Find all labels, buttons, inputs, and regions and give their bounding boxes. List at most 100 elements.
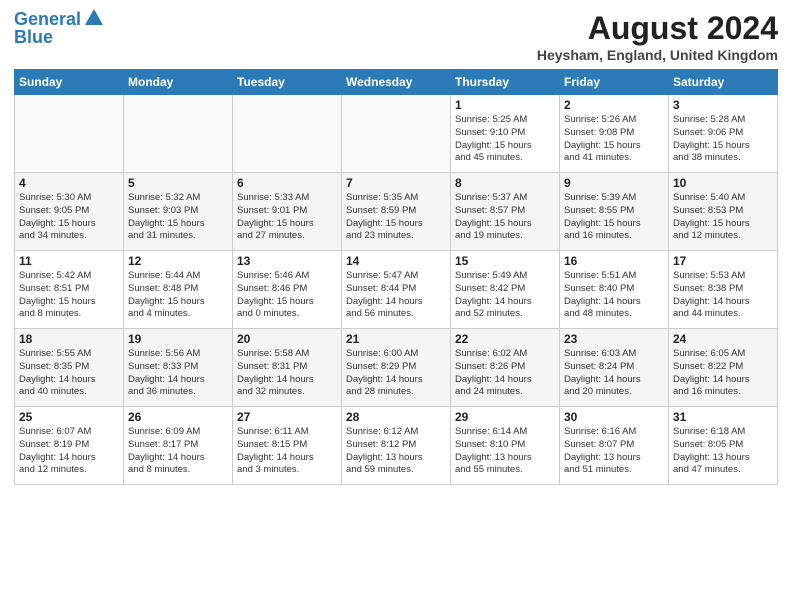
day-number: 11 [19, 254, 119, 268]
table-row: 21 Sunrise: 6:00 AMSunset: 8:29 PMDayligh… [342, 329, 451, 407]
table-row: 1Sunrise: 5:25 AMSunset: 9:10 PMDaylight… [451, 95, 560, 173]
day-number: 25 [19, 410, 119, 424]
day-info: Sunrise: 5:35 AMSunset: 8:59 PMDaylight:… [346, 192, 446, 243]
day-number: 7 [346, 176, 446, 190]
day-number: 13 [237, 254, 337, 268]
table-row: 11 Sunrise: 5:42 AMSunset: 8:51 PMDayligh… [15, 251, 124, 329]
day-info: Sunrise: 6:05 AMSunset: 8:22 PMDaylight:… [673, 348, 773, 399]
day-number: 12 [128, 254, 228, 268]
table-row: 6 Sunrise: 5:33 AMSunset: 9:01 PMDaylight… [233, 173, 342, 251]
day-info: Sunrise: 5:56 AMSunset: 8:33 PMDaylight:… [128, 348, 228, 399]
table-row: 26Sunrise: 6:09 AMSunset: 8:17 PMDayligh… [124, 407, 233, 485]
calendar-table: Sunday Monday Tuesday Wednesday Thursday… [14, 69, 778, 485]
day-info: Sunrise: 5:49 AMSunset: 8:42 PMDaylight:… [455, 270, 555, 321]
day-info: Sunrise: 5:58 AMSunset: 8:31 PMDaylight:… [237, 348, 337, 399]
day-info: Sunrise: 6:11 AMSunset: 8:15 PMDaylight:… [237, 426, 337, 477]
day-info: Sunrise: 5:40 AMSunset: 8:53 PMDaylight:… [673, 192, 773, 243]
title-block: August 2024 Heysham, England, United Kin… [537, 10, 778, 63]
col-thursday: Thursday [451, 70, 560, 95]
day-info: Sunrise: 6:07 AMSunset: 8:19 PMDaylight:… [19, 426, 119, 477]
col-sunday: Sunday [15, 70, 124, 95]
day-number: 28 [346, 410, 446, 424]
calendar-week-row: 1Sunrise: 5:25 AMSunset: 9:10 PMDaylight… [15, 95, 778, 173]
table-row [15, 95, 124, 173]
table-row: 17Sunrise: 5:53 AMSunset: 8:38 PMDayligh… [669, 251, 778, 329]
day-info: Sunrise: 5:28 AMSunset: 9:06 PMDaylight:… [673, 114, 773, 165]
day-info: Sunrise: 5:30 AMSunset: 9:05 PMDaylight:… [19, 192, 119, 243]
table-row: 13 Sunrise: 5:46 AMSunset: 8:46 PMDayligh… [233, 251, 342, 329]
day-info: Sunrise: 5:55 AMSunset: 8:35 PMDaylight:… [19, 348, 119, 399]
calendar-week-row: 11 Sunrise: 5:42 AMSunset: 8:51 PMDayligh… [15, 251, 778, 329]
calendar-week-row: 18 Sunrise: 5:55 AMSunset: 8:35 PMDayligh… [15, 329, 778, 407]
table-row [342, 95, 451, 173]
col-tuesday: Tuesday [233, 70, 342, 95]
day-info: Sunrise: 6:03 AMSunset: 8:24 PMDaylight:… [564, 348, 664, 399]
day-info: Sunrise: 6:16 AMSunset: 8:07 PMDaylight:… [564, 426, 664, 477]
subtitle: Heysham, England, United Kingdom [537, 47, 778, 63]
day-info: Sunrise: 6:12 AMSunset: 8:12 PMDaylight:… [346, 426, 446, 477]
day-number: 2 [564, 98, 664, 112]
table-row: 3 Sunrise: 5:28 AMSunset: 9:06 PMDaylight… [669, 95, 778, 173]
table-row: 19Sunrise: 5:56 AMSunset: 8:33 PMDayligh… [124, 329, 233, 407]
day-info: Sunrise: 5:26 AMSunset: 9:08 PMDaylight:… [564, 114, 664, 165]
day-info: Sunrise: 5:33 AMSunset: 9:01 PMDaylight:… [237, 192, 337, 243]
table-row: 9Sunrise: 5:39 AMSunset: 8:55 PMDaylight… [560, 173, 669, 251]
col-saturday: Saturday [669, 70, 778, 95]
day-info: Sunrise: 5:42 AMSunset: 8:51 PMDaylight:… [19, 270, 119, 321]
table-row: 30 Sunrise: 6:16 AMSunset: 8:07 PMDayligh… [560, 407, 669, 485]
col-monday: Monday [124, 70, 233, 95]
day-number: 15 [455, 254, 555, 268]
day-info: Sunrise: 6:02 AMSunset: 8:26 PMDaylight:… [455, 348, 555, 399]
day-number: 17 [673, 254, 773, 268]
day-info: Sunrise: 5:32 AMSunset: 9:03 PMDaylight:… [128, 192, 228, 243]
table-row: 20Sunrise: 5:58 AMSunset: 8:31 PMDayligh… [233, 329, 342, 407]
day-number: 30 [564, 410, 664, 424]
table-row: 29 Sunrise: 6:14 AMSunset: 8:10 PMDayligh… [451, 407, 560, 485]
day-number: 31 [673, 410, 773, 424]
day-number: 23 [564, 332, 664, 346]
day-number: 3 [673, 98, 773, 112]
table-row: 10Sunrise: 5:40 AMSunset: 8:53 PMDayligh… [669, 173, 778, 251]
day-number: 29 [455, 410, 555, 424]
day-info: Sunrise: 5:46 AMSunset: 8:46 PMDaylight:… [237, 270, 337, 321]
table-row: 12 Sunrise: 5:44 AMSunset: 8:48 PMDayligh… [124, 251, 233, 329]
day-number: 5 [128, 176, 228, 190]
table-row: 25 Sunrise: 6:07 AMSunset: 8:19 PMDayligh… [15, 407, 124, 485]
calendar-week-row: 25 Sunrise: 6:07 AMSunset: 8:19 PMDayligh… [15, 407, 778, 485]
day-info: Sunrise: 6:09 AMSunset: 8:17 PMDaylight:… [128, 426, 228, 477]
table-row: 15 Sunrise: 5:49 AMSunset: 8:42 PMDayligh… [451, 251, 560, 329]
page-header: General Blue August 2024 Heysham, Englan… [14, 10, 778, 63]
page-container: General Blue August 2024 Heysham, Englan… [0, 0, 792, 612]
table-row: 16Sunrise: 5:51 AMSunset: 8:40 PMDayligh… [560, 251, 669, 329]
logo-text-blue: Blue [14, 28, 53, 48]
col-friday: Friday [560, 70, 669, 95]
col-wednesday: Wednesday [342, 70, 451, 95]
day-info: Sunrise: 6:14 AMSunset: 8:10 PMDaylight:… [455, 426, 555, 477]
table-row: 31 Sunrise: 6:18 AMSunset: 8:05 PMDayligh… [669, 407, 778, 485]
table-row: 4Sunrise: 5:30 AMSunset: 9:05 PMDaylight… [15, 173, 124, 251]
day-info: Sunrise: 5:39 AMSunset: 8:55 PMDaylight:… [564, 192, 664, 243]
day-info: Sunrise: 5:47 AMSunset: 8:44 PMDaylight:… [346, 270, 446, 321]
table-row: 14 Sunrise: 5:47 AMSunset: 8:44 PMDayligh… [342, 251, 451, 329]
logo: General Blue [14, 10, 105, 48]
day-number: 18 [19, 332, 119, 346]
day-number: 27 [237, 410, 337, 424]
day-info: Sunrise: 6:00 AMSunset: 8:29 PMDaylight:… [346, 348, 446, 399]
day-info: Sunrise: 6:18 AMSunset: 8:05 PMDaylight:… [673, 426, 773, 477]
day-number: 21 [346, 332, 446, 346]
day-info: Sunrise: 5:44 AMSunset: 8:48 PMDaylight:… [128, 270, 228, 321]
table-row: 2 Sunrise: 5:26 AMSunset: 9:08 PMDaylight… [560, 95, 669, 173]
table-row: 5 Sunrise: 5:32 AMSunset: 9:03 PMDaylight… [124, 173, 233, 251]
table-row: 24Sunrise: 6:05 AMSunset: 8:22 PMDayligh… [669, 329, 778, 407]
day-number: 6 [237, 176, 337, 190]
calendar-week-row: 4Sunrise: 5:30 AMSunset: 9:05 PMDaylight… [15, 173, 778, 251]
day-number: 8 [455, 176, 555, 190]
day-info: Sunrise: 5:25 AMSunset: 9:10 PMDaylight:… [455, 114, 555, 165]
main-title: August 2024 [537, 10, 778, 47]
day-info: Sunrise: 5:37 AMSunset: 8:57 PMDaylight:… [455, 192, 555, 243]
table-row [233, 95, 342, 173]
table-row: 7 Sunrise: 5:35 AMSunset: 8:59 PMDaylight… [342, 173, 451, 251]
day-number: 14 [346, 254, 446, 268]
table-row: 22Sunrise: 6:02 AMSunset: 8:26 PMDayligh… [451, 329, 560, 407]
table-row: 8 Sunrise: 5:37 AMSunset: 8:57 PMDaylight… [451, 173, 560, 251]
